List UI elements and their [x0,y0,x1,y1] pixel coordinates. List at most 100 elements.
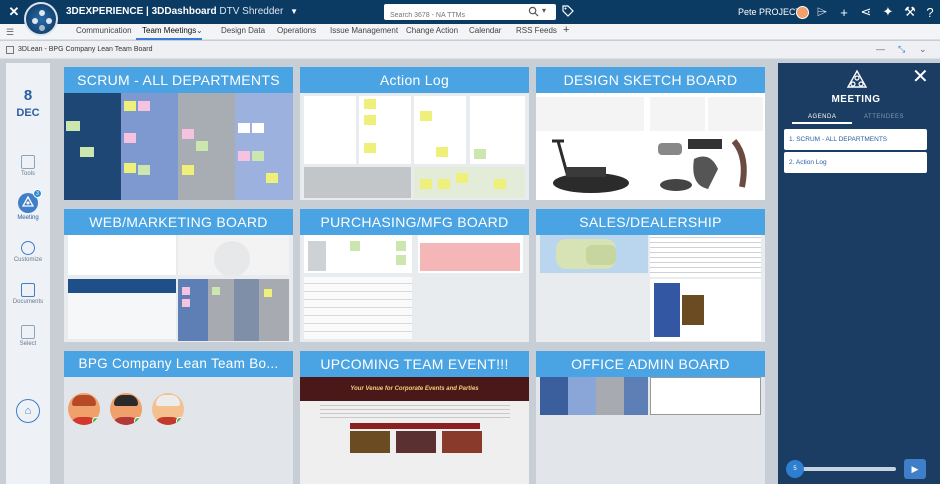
dashboard-name: DTV Shredder [219,6,284,17]
share-icon[interactable]: ⋖ [858,4,874,20]
board-scrum[interactable]: SCRUM - ALL DEPARTMENTS [64,67,293,200]
slider-knob[interactable]: 5 [786,460,804,478]
avatar [152,393,184,425]
sidebar-item-customize[interactable]: Customize [6,241,50,263]
meeting-badge: 3 [33,189,42,198]
tab-change-action[interactable]: Change Action [406,26,458,35]
gear-icon [21,241,35,255]
board-upcoming-event[interactable]: UPCOMING TEAM EVENT!!! Your Venue for Co… [300,351,529,484]
board-lean-team[interactable]: BPG Company Lean Team Bo... [64,351,293,484]
document-icon [21,283,35,297]
board-title: PURCHASING/MFG BOARD [300,209,529,235]
compass-icon[interactable] [24,2,58,36]
maximize-icon[interactable]: ⤡ [898,44,905,55]
sidebar-item-label: Customize [13,257,43,263]
help-icon[interactable]: ? [922,4,938,20]
sidebar-item-label: Tools [20,171,35,177]
widget-icon [6,46,14,54]
board-title: UPCOMING TEAM EVENT!!! [300,351,529,377]
avatar-icon[interactable] [794,4,810,20]
search-box[interactable]: ▾ [384,4,556,24]
tab-operations[interactable]: Operations [277,26,316,35]
sketch-parts [658,139,747,191]
tab-rss-feeds[interactable]: RSS Feeds [516,26,557,35]
board-sales-dealership[interactable]: SALES/DEALERSHIP [536,209,765,342]
tab-issue-management[interactable]: Issue Management [330,26,398,35]
widget-menu-chevron-icon[interactable]: ⌄ [919,44,927,55]
active-tab-indicator [792,122,852,124]
board-thumbnail [300,93,529,200]
sidebar-item-tools[interactable]: Tools [6,155,50,177]
3ds-logo-icon[interactable]: ✕ [6,4,22,20]
meeting-title: MEETING [831,94,881,105]
board-title: SALES/DEALERSHIP [536,209,765,235]
date-day: 8 [23,87,33,104]
meeting-icon: 3 [18,189,42,213]
board-thumbnail [536,93,765,200]
minimize-icon[interactable]: — [876,44,885,54]
board-thumbnail [300,235,529,342]
app-title[interactable]: 3DEXPERIENCE | 3DDashboard DTV Shredder … [66,6,298,17]
menu-icon[interactable]: ☰ [6,27,14,38]
board-title: OFFICE ADMIN BOARD [536,351,765,377]
play-button[interactable]: ▶ [904,459,926,479]
board-thumbnail [64,235,293,342]
board-action-log[interactable]: Action Log [300,67,529,200]
board-office-admin[interactable]: OFFICE ADMIN BOARD [536,351,765,484]
date-month: DEC [16,107,40,119]
sketch-vehicle [552,139,629,193]
home-icon[interactable]: ⌂ [16,399,40,423]
tag-icon[interactable] [562,5,574,17]
tab-calendar[interactable]: Calendar [469,26,501,35]
tab-agenda[interactable]: AGENDA [808,114,836,120]
tools-icon [21,155,35,169]
board-title: Action Log [300,67,529,93]
search-input[interactable] [384,7,524,24]
tab-communication[interactable]: Communication [76,26,132,35]
board-thumbnail [64,377,293,484]
sidebar-item-select[interactable]: Select [6,325,50,347]
search-scope-chevron-icon[interactable]: ▾ [542,6,546,15]
timer-slider[interactable] [792,467,896,471]
agenda-item[interactable]: 2. Action Log [784,152,927,173]
tab-chevron-icon[interactable]: ⌄ [196,26,203,35]
chevron-down-icon[interactable]: ▼ [290,7,298,16]
share-message-icon[interactable]: ⌲ [814,4,830,20]
board-web-marketing[interactable]: WEB/MARKETING BOARD [64,209,293,342]
close-icon[interactable]: ✕ [912,67,929,87]
add-tab-button[interactable]: + [563,24,569,36]
board-thumbnail [536,377,765,484]
top-bar: ✕ 3DEXPERIENCE | 3DDashboard DTV Shredde… [0,0,940,36]
sidebar-item-meeting[interactable]: 3 Meeting [6,189,50,221]
add-icon[interactable]: + [836,4,852,20]
left-sidebar: 8 DEC Tools 3 Meeting Customize Document… [6,63,50,484]
tab-attendees[interactable]: ATTENDEES [864,114,904,120]
tab-bar: ☰ Communication Team Meetings ⌄ Design D… [0,24,940,40]
avatar [68,393,100,425]
tools-icon[interactable]: ⚒ [902,4,918,20]
widget-title: 3DLean - BPG Company Lean Team Board [18,46,153,53]
widget-header: 3DLean - BPG Company Lean Team Board — ⤡… [0,41,940,59]
board-thumbnail [536,235,765,342]
board-title: WEB/MARKETING BOARD [64,209,293,235]
sidebar-item-label: Documents [12,299,44,305]
user-name[interactable]: Pete PROJECT [738,7,801,17]
board-title: SCRUM - ALL DEPARTMENTS [64,67,293,93]
search-icon[interactable] [528,6,539,17]
sidebar-item-documents[interactable]: Documents [6,283,50,305]
sidebar-item-label: Meeting [17,215,39,221]
apps-icon[interactable]: ✦ [880,4,896,20]
board-title: DESIGN SKETCH BOARD [536,67,765,93]
sidebar-item-label: Select [19,341,37,347]
tab-team-meetings[interactable]: Team Meetings [142,26,196,35]
board-thumbnail: Your Venue for Corporate Events and Part… [300,377,529,484]
active-tab-indicator [136,38,202,40]
meeting-panel: MEETING ✕ AGENDA ATTENDEES 1. SCRUM - AL… [778,63,940,484]
board-purchasing-mfg[interactable]: PURCHASING/MFG BOARD [300,209,529,342]
select-icon [21,325,35,339]
agenda-item[interactable]: 1. SCRUM - ALL DEPARTMENTS [784,129,927,150]
board-design-sketch[interactable]: DESIGN SKETCH BOARD [536,67,765,200]
meeting-icon [846,69,868,88]
board-thumbnail [64,93,293,200]
tab-design-data[interactable]: Design Data [221,26,265,35]
